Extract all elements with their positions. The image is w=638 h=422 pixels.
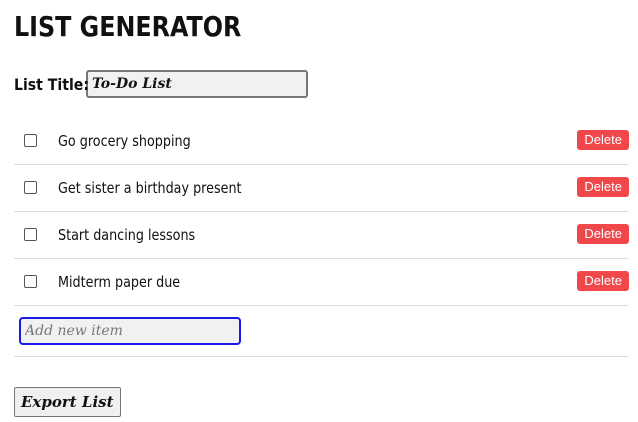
item-checkbox[interactable] [24, 227, 37, 241]
list-generator-page: LIST GENERATOR List Title: Go grocery sh… [0, 0, 638, 422]
item-text: Midterm paper due [58, 273, 181, 291]
delete-button[interactable]: Delete [577, 177, 629, 197]
item-text: Go grocery shopping [58, 132, 191, 150]
todo-list: Go grocery shopping Delete Get sister a … [14, 118, 629, 357]
new-item-row [14, 306, 628, 357]
list-item: Get sister a birthday present Delete [14, 165, 629, 212]
new-item-input[interactable] [19, 317, 241, 345]
list-item: Start dancing lessons Delete [14, 212, 629, 259]
delete-button[interactable]: Delete [577, 224, 629, 244]
item-text: Get sister a birthday present [58, 179, 242, 197]
list-title-input[interactable] [86, 70, 308, 98]
export-list-button[interactable]: Export List [14, 387, 121, 417]
page-title: LIST GENERATOR [14, 10, 242, 43]
list-title-row: List Title: [14, 70, 628, 98]
item-checkbox[interactable] [24, 274, 37, 288]
item-text: Start dancing lessons [58, 226, 196, 244]
delete-button[interactable]: Delete [577, 271, 629, 291]
list-item: Midterm paper due Delete [14, 259, 629, 306]
list-title-label: List Title: [14, 74, 89, 94]
list-item: Go grocery shopping Delete [14, 118, 629, 165]
item-checkbox[interactable] [24, 180, 37, 194]
item-checkbox[interactable] [24, 133, 37, 147]
delete-button[interactable]: Delete [577, 130, 629, 150]
